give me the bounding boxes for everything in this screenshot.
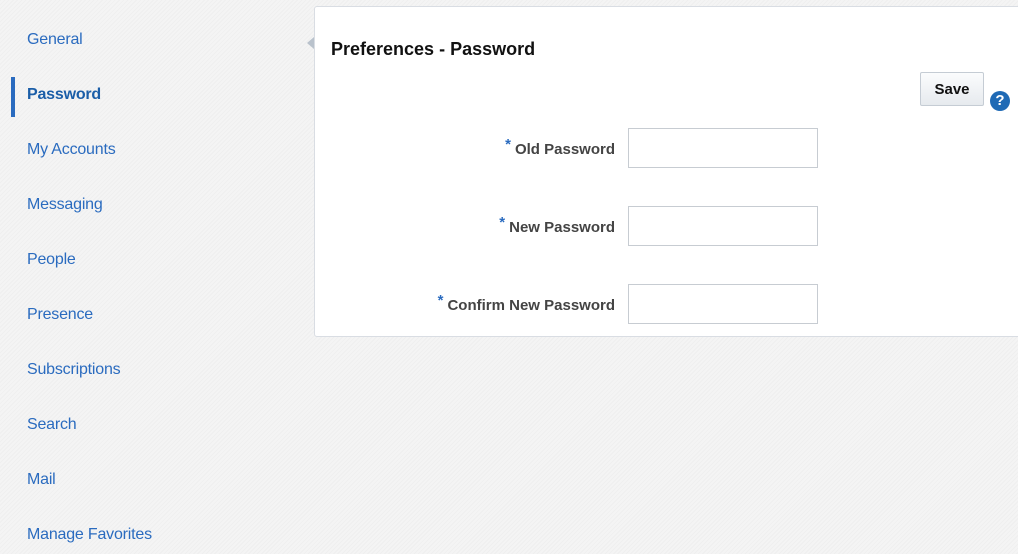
confirm-new-password-field[interactable]: [628, 284, 818, 324]
confirm-password-row: * Confirm New Password: [315, 284, 1015, 324]
preferences-sidebar: General Password My Accounts Messaging P…: [0, 0, 300, 554]
confirm-password-label: * Confirm New Password: [438, 292, 615, 314]
sidebar-item-manage-favorites[interactable]: Manage Favorites: [0, 519, 300, 549]
password-preferences-panel: Preferences - Password Save ? * Old Passw…: [314, 6, 1018, 337]
new-password-label-text: New Password: [509, 219, 615, 236]
required-indicator: *: [437, 292, 444, 309]
sidebar-item-messaging[interactable]: Messaging: [0, 189, 300, 219]
old-password-label: * Old Password: [505, 136, 615, 158]
sidebar-item-label: Password: [27, 86, 101, 103]
old-password-label-text: Old Password: [514, 141, 615, 158]
sidebar-item-password[interactable]: Password: [0, 77, 300, 117]
sidebar-item-label: People: [27, 251, 76, 268]
confirm-password-label-text: Confirm New Password: [447, 297, 615, 314]
sidebar-item-label: Mail: [27, 471, 56, 488]
new-password-label: * New Password: [499, 214, 615, 236]
sidebar-item-general[interactable]: General: [0, 24, 300, 54]
help-icon[interactable]: ?: [990, 91, 1010, 111]
page-title: Preferences - Password: [331, 39, 536, 59]
required-indicator: *: [499, 214, 506, 231]
sidebar-item-label: Presence: [27, 306, 93, 323]
sidebar-item-label: Subscriptions: [27, 361, 121, 378]
old-password-row: * Old Password: [315, 128, 1015, 168]
required-indicator: *: [505, 136, 511, 153]
new-password-field[interactable]: [628, 206, 818, 246]
sidebar-item-search[interactable]: Search: [0, 409, 300, 439]
sidebar-item-subscriptions[interactable]: Subscriptions: [0, 354, 300, 384]
sidebar-item-mail[interactable]: Mail: [0, 464, 300, 494]
save-button[interactable]: Save: [920, 72, 984, 106]
old-password-field[interactable]: [628, 128, 818, 168]
sidebar-item-label: Messaging: [27, 196, 103, 213]
sidebar-item-label: My Accounts: [27, 141, 116, 158]
sidebar-item-people[interactable]: People: [0, 244, 300, 274]
sidebar-item-label: Search: [27, 416, 77, 433]
new-password-row: * New Password: [315, 206, 1015, 246]
sidebar-item-label: Manage Favorites: [27, 526, 152, 543]
sidebar-item-label: General: [27, 31, 83, 48]
collapse-sidebar-icon[interactable]: [307, 37, 314, 49]
sidebar-item-presence[interactable]: Presence: [0, 299, 300, 329]
active-indicator: [11, 77, 15, 117]
sidebar-item-my-accounts[interactable]: My Accounts: [0, 134, 300, 164]
